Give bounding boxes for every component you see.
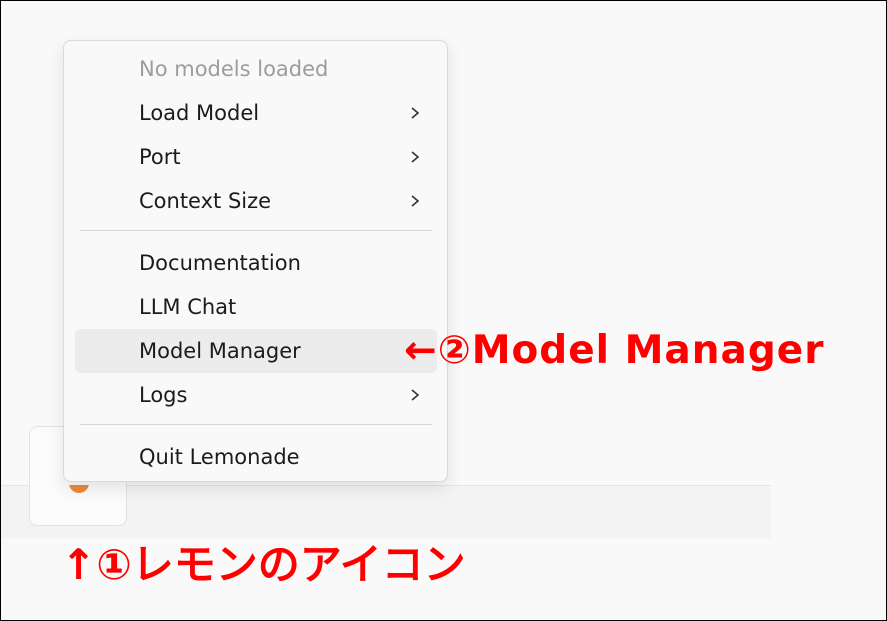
menu-status-no-models: No models loaded bbox=[75, 47, 437, 91]
menu-item-label: Context Size bbox=[139, 189, 272, 213]
menu-separator bbox=[80, 230, 432, 231]
menu-item-context-size[interactable]: Context Size bbox=[75, 179, 437, 223]
menu-item-model-manager[interactable]: Model Manager bbox=[75, 329, 437, 373]
menu-item-label: Logs bbox=[139, 383, 188, 407]
menu-item-label: LLM Chat bbox=[139, 295, 237, 319]
chevron-right-icon bbox=[411, 151, 420, 163]
chevron-right-icon bbox=[411, 107, 420, 119]
menu-item-llm-chat[interactable]: LLM Chat bbox=[75, 285, 437, 329]
menu-item-load-model[interactable]: Load Model bbox=[75, 91, 437, 135]
annotation-lemon-icon: ↑①レモンのアイコン bbox=[61, 540, 466, 589]
annotation-model-manager: ←②Model Manager bbox=[404, 328, 825, 373]
menu-item-quit-lemonade[interactable]: Quit Lemonade bbox=[75, 435, 437, 479]
screenshot-frame: No models loaded Load Model Port Context… bbox=[0, 0, 887, 621]
chevron-right-icon bbox=[411, 195, 420, 207]
menu-item-port[interactable]: Port bbox=[75, 135, 437, 179]
menu-item-label: Model Manager bbox=[139, 339, 301, 363]
menu-separator bbox=[80, 424, 432, 425]
chevron-right-icon bbox=[411, 389, 420, 401]
context-menu: No models loaded Load Model Port Context… bbox=[63, 40, 448, 482]
menu-item-logs[interactable]: Logs bbox=[75, 373, 437, 417]
menu-item-label: Port bbox=[139, 145, 181, 169]
menu-item-label: Quit Lemonade bbox=[139, 445, 300, 469]
lemon-icon[interactable] bbox=[69, 485, 91, 493]
menu-item-documentation[interactable]: Documentation bbox=[75, 241, 437, 285]
menu-item-label: Documentation bbox=[139, 251, 301, 275]
menu-status-label: No models loaded bbox=[139, 57, 329, 81]
menu-item-label: Load Model bbox=[139, 101, 260, 125]
